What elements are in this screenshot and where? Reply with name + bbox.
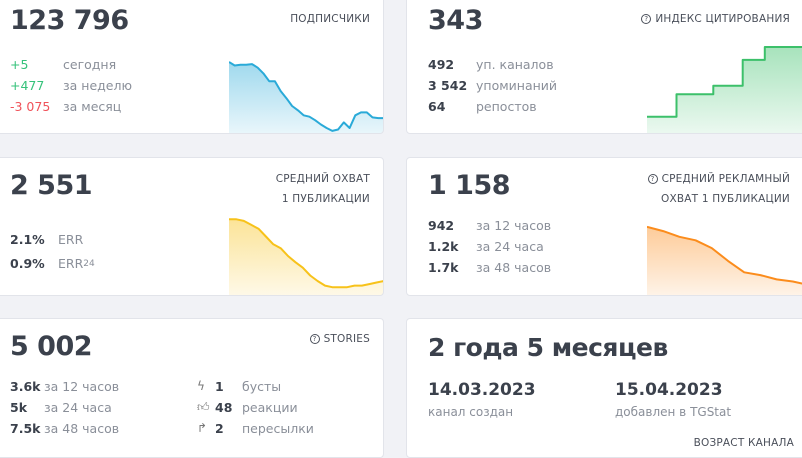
- stat-value: 492: [428, 57, 455, 72]
- citation-title: ИНДЕКС ЦИТИРОВАНИЯ: [655, 13, 790, 25]
- citation-rows: 492 уп. каналов 3 542 упоминаний 64 репостов: [428, 54, 557, 117]
- reach-sparkline: [229, 218, 383, 295]
- subscribers-sparkline: [229, 61, 383, 133]
- thumbs-up-icon: 👍︎: [197, 400, 210, 414]
- subscribers-value: 123 796: [10, 5, 129, 36]
- stat-row: 1.2k за 24 часа: [428, 236, 551, 257]
- story-stat-value: 2: [215, 421, 224, 436]
- stat-label: сегодня: [63, 57, 117, 72]
- stories-value: 5 002: [10, 331, 93, 362]
- reach-title-2: 1 ПУБЛИКАЦИИ: [281, 193, 370, 205]
- stat-row: 3.6k за 12 часов: [10, 376, 119, 397]
- channel-age-card[interactable]: 2 года 5 месяцев 14.03.2023 канал создан…: [406, 318, 802, 458]
- stat-row: 3 542 упоминаний: [428, 75, 557, 96]
- stat-label: за 24 часа: [476, 239, 544, 254]
- reach-rows: 2.1% ERR 0.9% ERR 24: [10, 228, 95, 276]
- reach-title-1: СРЕДНИЙ ОХВАТ: [275, 173, 370, 185]
- stat-label: за 48 часов: [476, 260, 552, 275]
- stat-value: 1.2k: [428, 239, 459, 254]
- citation-sparkline: [647, 46, 802, 133]
- stories-rows: 3.6k за 12 часов 5k за 24 часа 7.5k за 48 час…: [10, 376, 119, 439]
- story-stat-row: 👍︎ 48 реакции: [197, 397, 314, 418]
- stat-row: 0.9% ERR 24: [10, 252, 95, 276]
- stat-value: -3 075: [10, 99, 51, 114]
- story-stat-row: ↱ 2 пересылки: [197, 418, 314, 439]
- sparkline-area: [229, 62, 383, 133]
- stories-card[interactable]: 5 002 ? STORIES 3.6k за 12 часов 5k за 24 ча…: [0, 318, 384, 458]
- ad-reach-title-2: ОХВАТ 1 ПУБЛИКАЦИИ: [661, 193, 790, 205]
- added-label: добавлен в TGStat: [615, 405, 732, 419]
- story-stat-value: 1: [215, 379, 224, 394]
- stat-value: 7.5k: [10, 421, 41, 436]
- stat-label: за месяц: [63, 99, 122, 114]
- sparkline-area: [647, 47, 802, 133]
- stat-row: 1.7k за 48 часов: [428, 257, 551, 278]
- stat-value: 2.1%: [10, 232, 45, 247]
- boost-icon: ϟ: [197, 379, 205, 393]
- stories-stats: ϟ 1 бусты 👍︎ 48 реакции ↱ 2 пересылки: [197, 376, 314, 439]
- stat-row: 942 за 12 часов: [428, 215, 551, 236]
- stat-row: 64 репостов: [428, 96, 557, 117]
- ad-reach-value: 1 158: [428, 170, 511, 201]
- stat-value: 0.9%: [10, 256, 45, 271]
- avg-reach-card[interactable]: 2 551 СРЕДНИЙ ОХВАТ 1 ПУБЛИКАЦИИ 2.1% ERR 0…: [0, 157, 384, 296]
- stat-value: +477: [10, 78, 45, 93]
- stat-value: 942: [428, 218, 455, 233]
- stat-row: 5k за 24 часа: [10, 397, 119, 418]
- stat-label: за неделю: [63, 78, 132, 93]
- stat-label: уп. каналов: [476, 57, 554, 72]
- stat-row: +5 сегодня: [10, 54, 132, 75]
- ad-reach-card[interactable]: 1 158 ? СРЕДНИЙ РЕКЛАМНЫЙ ОХВАТ 1 ПУБЛИКАЦ…: [406, 157, 802, 296]
- stat-row: 2.1% ERR: [10, 228, 95, 252]
- sparkline-area: [647, 226, 802, 295]
- stat-label: репостов: [476, 99, 537, 114]
- sparkline-area: [229, 219, 383, 295]
- stat-row: 492 уп. каналов: [428, 54, 557, 75]
- stat-label: за 48 часов: [44, 421, 120, 436]
- created-label: канал создан: [428, 405, 514, 419]
- stat-label-sub: 24: [83, 259, 95, 269]
- reach-value: 2 551: [10, 170, 93, 201]
- story-stat-row: ϟ 1 бусты: [197, 376, 314, 397]
- added-date: 15.04.2023: [615, 380, 723, 400]
- citation-index-card[interactable]: 343 ? ИНДЕКС ЦИТИРОВАНИЯ 492 уп. каналов 3 …: [406, 0, 802, 134]
- stat-value: 1.7k: [428, 260, 459, 275]
- ad-reach-title-1: СРЕДНИЙ РЕКЛАМНЫЙ: [661, 173, 790, 185]
- stat-label: за 12 часов: [476, 218, 552, 233]
- stat-label: упоминаний: [476, 78, 558, 93]
- stat-row: -3 075 за месяц: [10, 96, 132, 117]
- ad-reach-sparkline: [647, 225, 802, 295]
- stat-row: +477 за неделю: [10, 75, 132, 96]
- stat-value: 5k: [10, 400, 28, 415]
- stat-label: за 12 часов: [44, 379, 120, 394]
- story-stat-value: 48: [215, 400, 233, 415]
- question-circle-icon[interactable]: ?: [647, 174, 658, 184]
- stat-label: ERR: [58, 232, 84, 247]
- forward-icon: ↱: [197, 421, 208, 435]
- subscribers-title: ПОДПИСЧИКИ: [290, 13, 370, 25]
- stat-row: 7.5k за 48 часов: [10, 418, 119, 439]
- subscribers-card[interactable]: 123 796 ПОДПИСЧИКИ +5 сегодня +477 за недел…: [0, 0, 384, 134]
- question-circle-icon[interactable]: ?: [309, 334, 320, 344]
- stat-value: 3 542: [428, 78, 468, 93]
- created-date: 14.03.2023: [428, 380, 536, 400]
- citation-value: 343: [428, 5, 483, 36]
- stat-value: +5: [10, 57, 29, 72]
- story-stat-label: бусты: [242, 379, 282, 394]
- question-circle-icon[interactable]: ?: [641, 14, 652, 24]
- story-stat-label: реакции: [242, 400, 298, 415]
- age-title: ВОЗРАСТ КАНАЛА: [693, 437, 794, 449]
- subscribers-rows: +5 сегодня +477 за неделю -3 075 за месяц: [10, 54, 132, 117]
- stat-label: ERR: [58, 256, 84, 271]
- story-stat-label: пересылки: [242, 421, 314, 436]
- age-value: 2 года 5 месяцев: [428, 333, 668, 362]
- stat-value: 3.6k: [10, 379, 41, 394]
- stat-value: 64: [428, 99, 446, 114]
- stat-label: за 24 часа: [44, 400, 112, 415]
- stories-title: STORIES: [323, 333, 370, 345]
- ad-reach-rows: 942 за 12 часов 1.2k за 24 часа 1.7k за 48 ча…: [428, 215, 551, 278]
